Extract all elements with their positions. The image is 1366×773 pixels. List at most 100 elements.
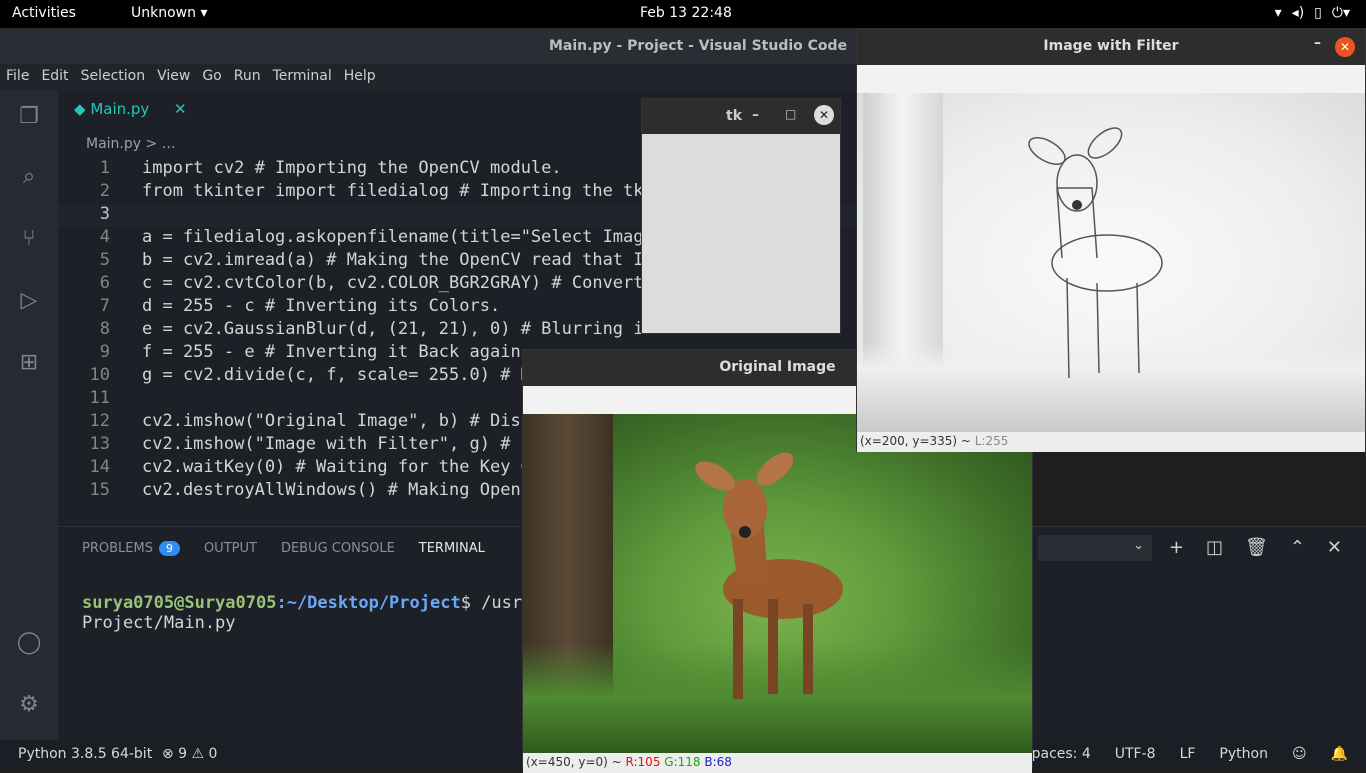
menu-selection[interactable]: Selection bbox=[81, 64, 146, 90]
filtered-image-titlebar[interactable]: Image with Filter – ✕ bbox=[857, 29, 1365, 65]
filtered-image-toolbar bbox=[857, 65, 1365, 93]
battery-icon: ▯ bbox=[1314, 5, 1322, 21]
volume-icon: ◂) bbox=[1291, 5, 1305, 21]
close-panel-icon[interactable]: ✕ bbox=[1327, 537, 1342, 558]
tk-titlebar[interactable]: tk – □ ✕ bbox=[642, 99, 840, 134]
new-terminal-icon[interactable]: + bbox=[1169, 537, 1184, 558]
account-icon[interactable]: ◯ bbox=[14, 630, 44, 660]
menu-help[interactable]: Help bbox=[344, 64, 376, 90]
tab-problems[interactable]: PROBLEMS 9 bbox=[82, 541, 180, 556]
original-image-status: (x=450, y=0) ~ R:105 G:118 B:68 bbox=[523, 753, 1032, 773]
menu-bar: File Edit Selection View Go Run Terminal… bbox=[0, 64, 860, 90]
pencil-sketch-image[interactable] bbox=[857, 93, 1365, 432]
source-control-icon[interactable]: ⑂ bbox=[14, 226, 44, 256]
code-text[interactable]: cv2.destroyAllWindows() # Making OpenC bbox=[142, 480, 531, 500]
tk-maximize-button[interactable]: □ bbox=[785, 107, 796, 121]
line-ending[interactable]: LF bbox=[1180, 746, 1196, 762]
tk-minimize-button[interactable]: – bbox=[752, 107, 759, 123]
filtered-image-status: (x=200, y=335) ~ L:255 bbox=[857, 432, 1365, 452]
explorer-icon[interactable]: ❐ bbox=[14, 104, 44, 134]
run-debug-icon[interactable]: ▷ bbox=[14, 288, 44, 318]
status-right: 1 Spaces: 4 UTF-8 LF Python ☺ 🔔 bbox=[990, 746, 1348, 762]
panel-tabs: PROBLEMS 9 OUTPUT DEBUG CONSOLE TERMINAL bbox=[82, 541, 485, 556]
sketch-deer-figure bbox=[1028, 127, 1163, 379]
code-text[interactable]: import cv2 # Importing the OpenCV module… bbox=[142, 158, 562, 178]
code-text[interactable]: cv2.imshow("Original Image", b) # Disp bbox=[142, 411, 531, 431]
line-number: 2 bbox=[99, 181, 110, 201]
settings-gear-icon[interactable]: ⚙ bbox=[14, 692, 44, 722]
clock[interactable]: Feb 13 22:48 bbox=[640, 5, 732, 21]
code-text[interactable]: d = 255 - c # Inverting its Colors. bbox=[142, 296, 500, 316]
line-number: 10 bbox=[89, 365, 110, 385]
maximize-panel-icon[interactable]: ⌃ bbox=[1290, 537, 1305, 558]
pixel-r: R:105 bbox=[625, 755, 661, 769]
python-interpreter[interactable]: Python 3.8.5 64-bit bbox=[18, 746, 152, 762]
breadcrumb[interactable]: Main.py > … bbox=[86, 136, 176, 152]
terminal-output[interactable]: surya0705@Surya0705:~/Desktop/Project$ /… bbox=[82, 593, 532, 633]
tk-close-button[interactable]: ✕ bbox=[814, 105, 834, 125]
tab-label: Main.py bbox=[90, 100, 150, 118]
code-text[interactable]: f = 255 - e # Inverting it Back again. bbox=[142, 342, 531, 362]
terminal-line: Project/Main.py bbox=[82, 613, 236, 633]
search-icon[interactable]: ⌕ bbox=[14, 164, 44, 194]
menu-go[interactable]: Go bbox=[202, 64, 221, 90]
tab-debug-console[interactable]: DEBUG CONSOLE bbox=[281, 541, 395, 556]
filtered-close-button[interactable]: ✕ bbox=[1335, 37, 1355, 57]
feedback-icon[interactable]: ☺ bbox=[1292, 746, 1307, 762]
activities-button[interactable]: Activities bbox=[12, 5, 76, 21]
tab-main-py[interactable]: ◆ Main.py ✕ bbox=[74, 100, 187, 118]
panel-controls: + ◫ 🗑 ⌃ ✕ bbox=[1169, 537, 1342, 558]
code-text[interactable]: from tkinter import filedialog # Importi… bbox=[142, 181, 644, 201]
app-menu[interactable]: Unknown ▾ bbox=[131, 5, 207, 21]
window-title: Main.py - Project - Visual Studio Code bbox=[549, 38, 848, 54]
menu-file[interactable]: File bbox=[6, 64, 29, 90]
trash-icon[interactable]: 🗑 bbox=[1245, 537, 1268, 558]
line-number: 12 bbox=[89, 411, 110, 431]
line-number: 5 bbox=[99, 250, 110, 270]
menu-edit[interactable]: Edit bbox=[41, 64, 68, 90]
code-text[interactable]: cv2.waitKey(0) # Waiting for the Key G bbox=[142, 457, 531, 477]
menu-view[interactable]: View bbox=[157, 64, 190, 90]
language-mode[interactable]: Python bbox=[1219, 746, 1268, 762]
line-number: 9 bbox=[99, 342, 110, 362]
line-number: 7 bbox=[99, 296, 110, 316]
terminal-user: surya0705@Surya0705 bbox=[82, 593, 277, 613]
tab-output[interactable]: OUTPUT bbox=[204, 541, 257, 556]
original-image-title: Original Image bbox=[719, 359, 836, 375]
line-number: 4 bbox=[99, 227, 110, 247]
system-topbar: Activities Unknown ▾ Feb 13 22:48 ▾ ◂) ▯… bbox=[0, 0, 1366, 28]
encoding[interactable]: UTF-8 bbox=[1115, 746, 1156, 762]
line-number: 11 bbox=[89, 388, 110, 408]
filtered-minimize-button[interactable]: – bbox=[1314, 35, 1321, 51]
code-text[interactable]: cv2.imshow("Image with Filter", g) # S bbox=[142, 434, 531, 454]
extensions-icon[interactable]: ⊞ bbox=[14, 350, 44, 380]
line-number: 13 bbox=[89, 434, 110, 454]
code-text[interactable]: b = cv2.imread(a) # Making the OpenCV re… bbox=[142, 250, 654, 270]
line-number: 6 bbox=[99, 273, 110, 293]
vscode-titlebar: Main.py - Project - Visual Studio Code bbox=[0, 28, 860, 64]
terminal-select-dropdown[interactable]: ⌄ bbox=[1038, 535, 1152, 561]
tk-window[interactable]: tk – □ ✕ bbox=[641, 98, 841, 334]
code-text[interactable]: a = filedialog.askopenfilename(title="Se… bbox=[142, 227, 654, 247]
deer-figure bbox=[695, 452, 843, 699]
menu-terminal[interactable]: Terminal bbox=[273, 64, 332, 90]
line-number: 3 bbox=[99, 204, 110, 224]
activity-bar: ❐ ⌕ ⑂ ▷ ⊞ ◯ ⚙ bbox=[0, 90, 58, 740]
code-text[interactable]: g = cv2.divide(c, f, scale= 255.0) # M bbox=[142, 365, 531, 385]
problems-count-badge: 9 bbox=[158, 541, 180, 556]
tab-terminal[interactable]: TERMINAL bbox=[419, 541, 485, 556]
deer-photo[interactable] bbox=[523, 414, 1032, 753]
problems-status[interactable]: ⊗ 9 ⚠ 0 bbox=[162, 746, 217, 762]
tab-close-button[interactable]: ✕ bbox=[174, 100, 187, 118]
pixel-position: (x=450, y=0) ~ bbox=[526, 755, 626, 769]
code-text[interactable]: e = cv2.GaussianBlur(d, (21, 21), 0) # B… bbox=[142, 319, 644, 339]
filtered-image-window[interactable]: Image with Filter – ✕ (x=200, y=335) ~ L… bbox=[856, 28, 1366, 452]
line-number: 8 bbox=[99, 319, 110, 339]
split-terminal-icon[interactable]: ◫ bbox=[1206, 537, 1223, 558]
system-tray[interactable]: ▾ ◂) ▯ ⏻▾ bbox=[1275, 5, 1350, 21]
filtered-pixel-l: L:255 bbox=[974, 434, 1009, 448]
bell-icon[interactable]: 🔔 bbox=[1331, 746, 1348, 762]
code-text[interactable]: c = cv2.cvtColor(b, cv2.COLOR_BGR2GRAY) … bbox=[142, 273, 644, 293]
menu-run[interactable]: Run bbox=[234, 64, 261, 90]
pixel-g: G:118 bbox=[664, 755, 701, 769]
